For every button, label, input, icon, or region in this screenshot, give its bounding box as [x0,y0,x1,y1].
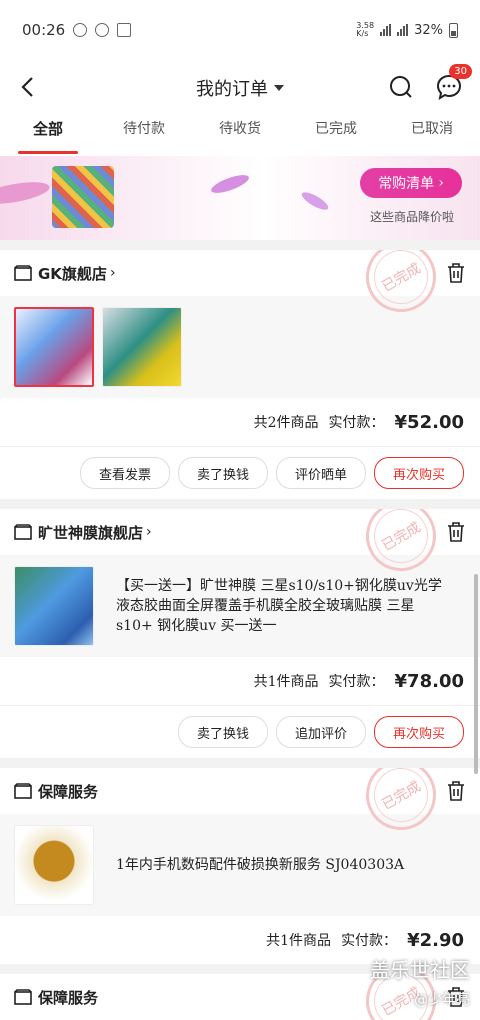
net-speed: 3.58 K/s [356,21,375,38]
store-icon [14,524,32,540]
order-header: 旷世神膜旗舰店 › 已完成 [0,509,480,584]
paid-label: 实付款： [328,674,385,690]
search-icon[interactable] [386,72,416,102]
order-tabs: 全部 待付款 待收货 已完成 已取消 [0,116,480,156]
paid-amount: ¥2.90 [407,929,464,951]
notification-icon [117,23,132,37]
product-image[interactable] [14,566,94,646]
trash-icon[interactable] [446,780,466,802]
item-count: 共2件商品 [253,415,319,431]
order-header: 保障服务 已完成 [0,768,480,843]
store-icon [14,265,32,281]
item-count: 共1件商品 [266,933,332,949]
watermark-logo: 盖乐世社区 [370,958,470,982]
product-image[interactable] [14,307,94,387]
battery-icon [449,22,458,38]
tab-all[interactable]: 全部 [0,116,96,156]
app-icon [95,23,110,37]
order-card: 旷世神膜旗舰店 › 已完成 【买一送一】旷世神膜 三星s10/s10+钢化膜uv… [0,509,480,758]
order-actions: 卖了换钱 追加评价 再次购买 [0,705,480,758]
banner-image [52,166,114,228]
view-invoice-button[interactable]: 查看发票 [79,457,170,489]
item-count: 共1件商品 [253,674,319,690]
resell-button[interactable]: 卖了换钱 [177,457,268,489]
tab-completed[interactable]: 已完成 [288,116,384,156]
order-card: GK旗舰店 › 已完成 共2件商品 实付款： ¥52.00 查看发票 卖了换钱 … [0,250,480,499]
product-title[interactable]: 【买一送一】旷世神膜 三星s10/s10+钢化膜uv光学 液态胶曲面全屏覆盖手机… [116,576,446,636]
frequent-list-button[interactable]: 常购清单 › [360,168,462,198]
chevron-right-icon: › [438,175,444,191]
store-name[interactable]: 旷世神膜旗舰店 [38,522,143,543]
add-review-button[interactable]: 追加评价 [275,716,366,748]
store-icon [14,783,32,799]
order-total: 共1件商品 实付款： ¥78.00 [0,657,480,705]
store-name[interactable]: 保障服务 [38,987,98,1008]
decor-shape [299,189,331,213]
product-title[interactable]: 1年内手机数码配件破损换新服务 SJ040303A [116,855,446,875]
status-bar: 00:26 3.58 K/s 32% [0,0,480,60]
paid-amount: ¥78.00 [394,670,464,692]
back-arrow-icon[interactable] [14,72,44,102]
tab-cancelled[interactable]: 已取消 [384,116,480,156]
tab-pending-receipt[interactable]: 待收货 [192,116,288,156]
resell-button[interactable]: 卖了换钱 [177,716,268,748]
signal-icon [380,24,392,36]
store-name[interactable]: GK旗舰店 [38,263,107,284]
message-badge: 30 [449,64,472,79]
nav-bar: 我的订单 30 [0,60,480,116]
order-actions: 查看发票 卖了换钱 评价晒单 再次购买 [0,446,480,499]
page-title[interactable]: 我的订单 [196,75,284,101]
product-image[interactable] [14,825,94,905]
review-button[interactable]: 评价晒单 [275,457,366,489]
trash-icon[interactable] [446,262,466,284]
order-card: 保障服务 已完成 1年内手机数码配件破损换新服务 SJ040303A 共1件商品… [0,768,480,964]
battery-percent: 32% [414,22,443,38]
store-icon [14,989,32,1005]
dropdown-caret-icon [274,85,284,91]
wechat-icon [73,23,88,37]
paid-amount: ¥52.00 [394,411,464,433]
order-total: 共2件商品 实付款： ¥52.00 [0,398,480,446]
chevron-right-icon[interactable]: › [146,524,152,540]
signal-4g-icon [397,24,409,36]
watermark-user: @少年亮 [414,992,470,1008]
paid-label: 实付款： [341,933,398,949]
buy-again-button[interactable]: 再次购买 [373,716,464,748]
store-name[interactable]: 保障服务 [38,781,98,802]
scrollbar[interactable] [474,574,478,774]
banner-subtitle: 这些商品降价啦 [370,210,455,224]
trash-icon[interactable] [446,521,466,543]
buy-again-button[interactable]: 再次购买 [373,457,464,489]
frequent-list-label: 常购清单 [378,176,435,192]
decor-shape [0,178,52,208]
product-image[interactable] [102,307,182,387]
chevron-right-icon[interactable]: › [110,265,116,281]
tab-pending-payment[interactable]: 待付款 [96,116,192,156]
promo-banner[interactable]: 常购清单 › 这些商品降价啦 [0,156,480,240]
status-time: 00:26 [22,21,66,39]
order-header: GK旗舰店 › 已完成 [0,250,480,325]
decor-shape [209,171,251,197]
page-title-text: 我的订单 [196,79,268,100]
paid-label: 实付款： [328,415,385,431]
